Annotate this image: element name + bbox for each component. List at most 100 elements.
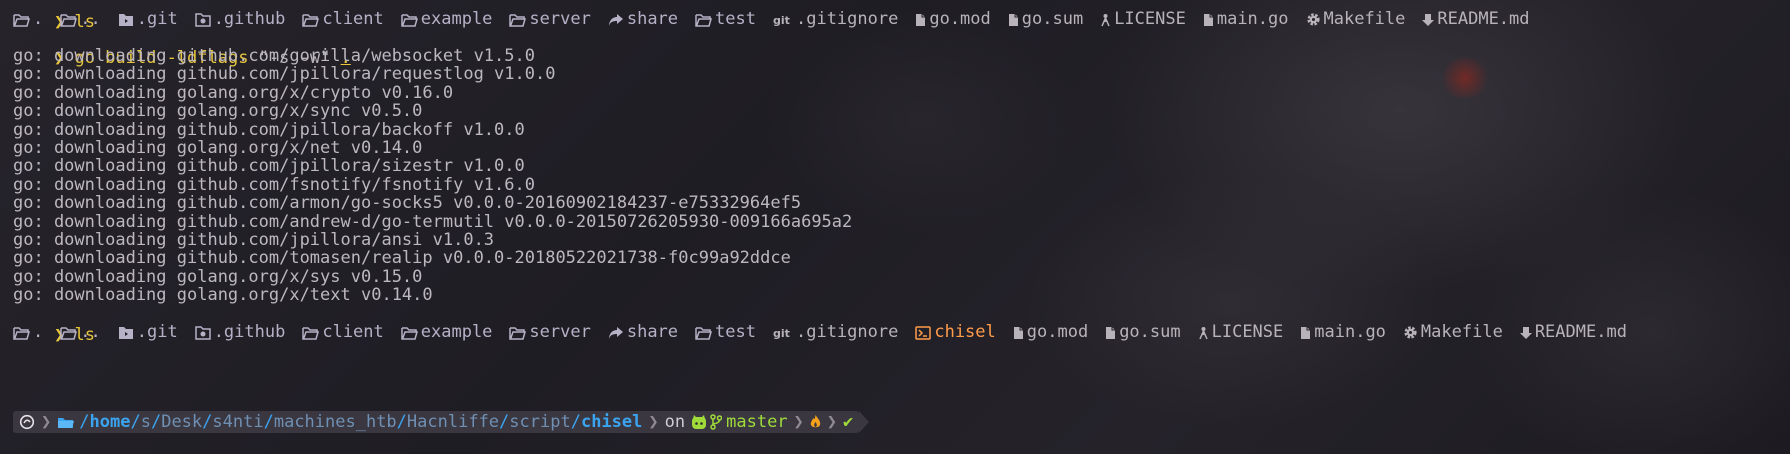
file-icon xyxy=(1203,13,1214,27)
ls-entry-name: example xyxy=(420,322,493,342)
ls-entry-name: go.mod xyxy=(1026,322,1089,342)
download-icon xyxy=(1422,13,1435,27)
git-folder-icon xyxy=(118,13,134,27)
segment-separator: ❯ xyxy=(648,412,659,432)
ls-entry: README.md xyxy=(1422,9,1530,30)
status-check-icon: ✔ xyxy=(843,412,854,432)
license-icon xyxy=(1198,326,1209,340)
ls-entry-name: server xyxy=(529,322,591,342)
ls-entry-name: . xyxy=(33,322,44,342)
prompt-status-bar: ❯ / home / s / Desk / s4nti / machines_htb / Hacnli… xyxy=(13,411,870,433)
ls-entry: git .gitignore xyxy=(773,322,898,343)
folder-open-icon xyxy=(401,326,418,340)
path-separator: / xyxy=(263,412,274,432)
folder-open-icon xyxy=(695,326,713,340)
git-icon: git xyxy=(773,13,793,27)
svg-text:git: git xyxy=(773,14,790,27)
path-separator: / xyxy=(499,412,510,432)
ls-entry: .git xyxy=(118,322,178,343)
path-separator: / xyxy=(130,412,141,432)
folder-icon xyxy=(57,415,75,430)
ls-entry: example xyxy=(401,9,493,30)
branch-icon xyxy=(710,414,723,430)
ls-entry: .github xyxy=(194,322,286,343)
ls-entry: README.md xyxy=(1519,322,1627,343)
github-folder-icon xyxy=(194,325,211,340)
share-icon xyxy=(608,13,624,27)
fire-icon xyxy=(810,415,821,429)
path-segment: machines_htb xyxy=(273,412,397,432)
ls-entry: main.go xyxy=(1203,9,1289,30)
path-segment: s4nti xyxy=(212,412,264,432)
ls-entry-name: example xyxy=(420,9,493,29)
ls-entry: Makefile xyxy=(1403,322,1503,343)
ls-entry-name: test xyxy=(715,322,756,342)
current-path: / home / s / Desk / s4nti / machines_htb / Hacnliff… xyxy=(79,411,642,433)
ls-entry-name: .gitignore xyxy=(795,9,899,29)
ls-entry: .. xyxy=(60,322,101,343)
path-segment: Desk xyxy=(161,412,203,432)
ls-entry-name: Makefile xyxy=(1420,322,1503,342)
os-icon xyxy=(19,414,35,430)
ls-entry: share xyxy=(608,9,678,30)
ls-listing: ... .git .github client example server share te… xyxy=(13,322,1644,343)
folder-open-icon xyxy=(60,326,78,340)
ls-entry-name: .git xyxy=(136,322,178,342)
folder-open-icon xyxy=(13,326,30,340)
ls-entry-name: README.md xyxy=(1534,322,1627,342)
folder-open-icon xyxy=(695,13,713,27)
path-segment: Hacnliffe xyxy=(406,412,500,432)
ls-entry: go.sum xyxy=(1105,322,1181,343)
folder-open-icon xyxy=(302,13,320,27)
path-separator: / xyxy=(396,412,407,432)
github-folder-icon xyxy=(194,12,211,27)
ls-entry: server xyxy=(509,322,591,343)
ls-entry: Makefile xyxy=(1306,9,1406,30)
ls-entry-name: LICENSE xyxy=(1211,322,1284,342)
ls-entry-name: main.go xyxy=(1314,322,1386,342)
path-separator: / xyxy=(79,412,90,432)
svg-text:git: git xyxy=(773,327,790,340)
folder-open-icon xyxy=(60,13,78,27)
wallpaper-accent xyxy=(1438,58,1492,98)
file-icon xyxy=(915,13,926,27)
path-segment: s xyxy=(140,412,151,432)
ls-entry: go.sum xyxy=(1008,9,1083,30)
folder-open-icon xyxy=(509,326,527,340)
ls-entry: go.mod xyxy=(915,9,991,30)
folder-open-icon xyxy=(401,13,418,27)
ls-entry-name: go.sum xyxy=(1021,9,1084,29)
path-segment: chisel xyxy=(580,412,643,432)
ls-entry-name: test xyxy=(715,9,756,29)
gear-icon xyxy=(1306,12,1321,27)
download-icon xyxy=(1519,326,1532,340)
terminal-icon xyxy=(915,325,932,340)
ls-entry: test xyxy=(695,322,756,343)
ls-entry-name: main.go xyxy=(1216,9,1289,29)
path-segment: home xyxy=(89,412,131,432)
file-icon xyxy=(1013,326,1024,340)
ls-entry: client xyxy=(302,322,384,343)
folder-open-icon xyxy=(509,13,527,27)
ls-entry-name: share xyxy=(626,322,679,342)
gear-icon xyxy=(1403,325,1418,340)
vcs-on-label: on xyxy=(664,412,686,432)
ls-entry: go.mod xyxy=(1013,322,1088,343)
ls-entry-name: Makefile xyxy=(1323,9,1406,29)
share-icon xyxy=(608,326,624,340)
ls-entry: main.go xyxy=(1300,322,1386,343)
prompt-line-build: ❯ go build -ldflags "-s -w" . xyxy=(13,27,351,68)
ls-entry-name: go.sum xyxy=(1119,322,1181,342)
ls-entry-name: .gitignore xyxy=(795,322,899,342)
ls-entry-name: .. xyxy=(80,322,101,342)
folder-open-icon xyxy=(13,13,30,27)
path-separator: / xyxy=(150,412,162,432)
ls-entry-name: client xyxy=(322,322,384,342)
git-folder-icon xyxy=(118,326,134,340)
ls-entry-name: .github xyxy=(213,322,286,342)
license-icon xyxy=(1100,13,1111,27)
file-icon xyxy=(1105,326,1116,340)
github-icon xyxy=(691,414,707,430)
git-icon: git xyxy=(773,326,793,340)
ls-entry-name: LICENSE xyxy=(1114,9,1186,29)
